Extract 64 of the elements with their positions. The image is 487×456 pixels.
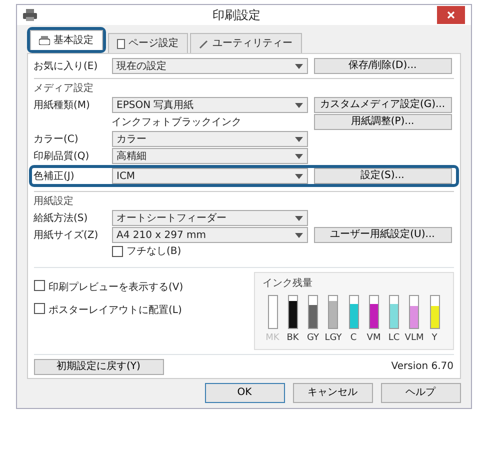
ink-name: MK (266, 332, 280, 345)
group-title: 用紙設定 (34, 194, 74, 209)
ink-name: LGY (324, 332, 342, 345)
dialog-button[interactable]: ヘルプ (380, 382, 460, 402)
dropdown[interactable]: ICM (112, 168, 308, 184)
dropdown[interactable]: EPSON 写真用紙 (112, 97, 308, 113)
settings-button[interactable]: カスタムメディア設定(G)... (314, 97, 452, 113)
dialog-button[interactable]: キャンセル (292, 382, 372, 402)
window-title: 印刷設定 (212, 7, 262, 24)
tab[interactable]: ユーティリティー (190, 33, 302, 53)
ink-name: GY (306, 332, 320, 345)
ink-name: Y (432, 332, 438, 345)
dropdown[interactable]: カラー (112, 131, 308, 147)
tab[interactable]: 基本設定 (30, 30, 102, 50)
ink-name: LC (388, 332, 400, 345)
field-label: 印刷品質(Q) (34, 150, 90, 164)
dropdown[interactable]: 現在の設定 (112, 58, 308, 74)
dropdown-caret-icon (294, 216, 302, 220)
ink-tube (430, 295, 440, 329)
field-label: カラー(C) (34, 132, 80, 146)
ink-tube (368, 295, 379, 329)
close-icon (446, 11, 454, 19)
settings-button[interactable]: 用紙調整(P)... (314, 114, 452, 130)
settings-button[interactable]: 設定(S)... (314, 168, 452, 184)
ink-name: VLM (404, 332, 424, 345)
dropdown[interactable]: 高精細 (112, 148, 308, 164)
printer-icon (38, 36, 50, 45)
field-label: お気に入り(E) (34, 60, 99, 74)
version-text: Version 6.70 (391, 360, 454, 374)
ink-name: BK (286, 332, 299, 345)
dropdown-caret-icon (294, 154, 302, 158)
dropdown-caret-icon (294, 174, 302, 178)
ink-level-title: インク残量 (262, 276, 314, 291)
tab[interactable]: ページ設定 (108, 33, 188, 53)
ink-tube (308, 295, 318, 329)
field-label: 用紙サイズ(Z) (34, 228, 100, 242)
dropdown[interactable]: A4 210 x 297 mm (112, 227, 308, 243)
ink-name: VM (366, 332, 381, 345)
ink-tube (389, 295, 399, 329)
field-label: 給紙方法(S) (34, 212, 89, 226)
checkbox-option[interactable]: 印刷プレビューを表示する(V) (34, 280, 184, 295)
settings-button[interactable]: 保存/削除(D)... (314, 58, 452, 74)
dialog-button[interactable]: OK (204, 382, 284, 402)
ink-name: C (350, 332, 357, 345)
ink-tube (348, 295, 358, 329)
ink-tube (288, 295, 298, 329)
settings-button[interactable]: ユーザー用紙設定(U)... (314, 227, 452, 243)
dropdown[interactable]: オートシートフィーダー (112, 210, 308, 226)
dropdown-caret-icon (294, 232, 302, 238)
reset-button[interactable]: 初期設定に戻す(Y) (34, 358, 164, 374)
printer-icon (22, 9, 36, 21)
checkbox-option[interactable]: ポスターレイアウトに配置(L) (34, 303, 184, 318)
group-title: メディア設定 (34, 82, 94, 96)
dropdown-caret-icon (294, 136, 302, 142)
field-label: 色補正(J) (34, 170, 76, 184)
close-button[interactable] (436, 6, 464, 24)
checkbox-option[interactable]: フチなし(B) (112, 244, 308, 259)
ink-type-text: インクフォトブラックインク (112, 116, 242, 130)
field-label: 用紙種類(M) (34, 98, 91, 112)
page-icon (116, 38, 124, 48)
ink-tube (409, 295, 420, 329)
dropdown-caret-icon (294, 64, 302, 68)
dropdown-caret-icon (294, 102, 302, 108)
ink-tube (328, 295, 338, 329)
